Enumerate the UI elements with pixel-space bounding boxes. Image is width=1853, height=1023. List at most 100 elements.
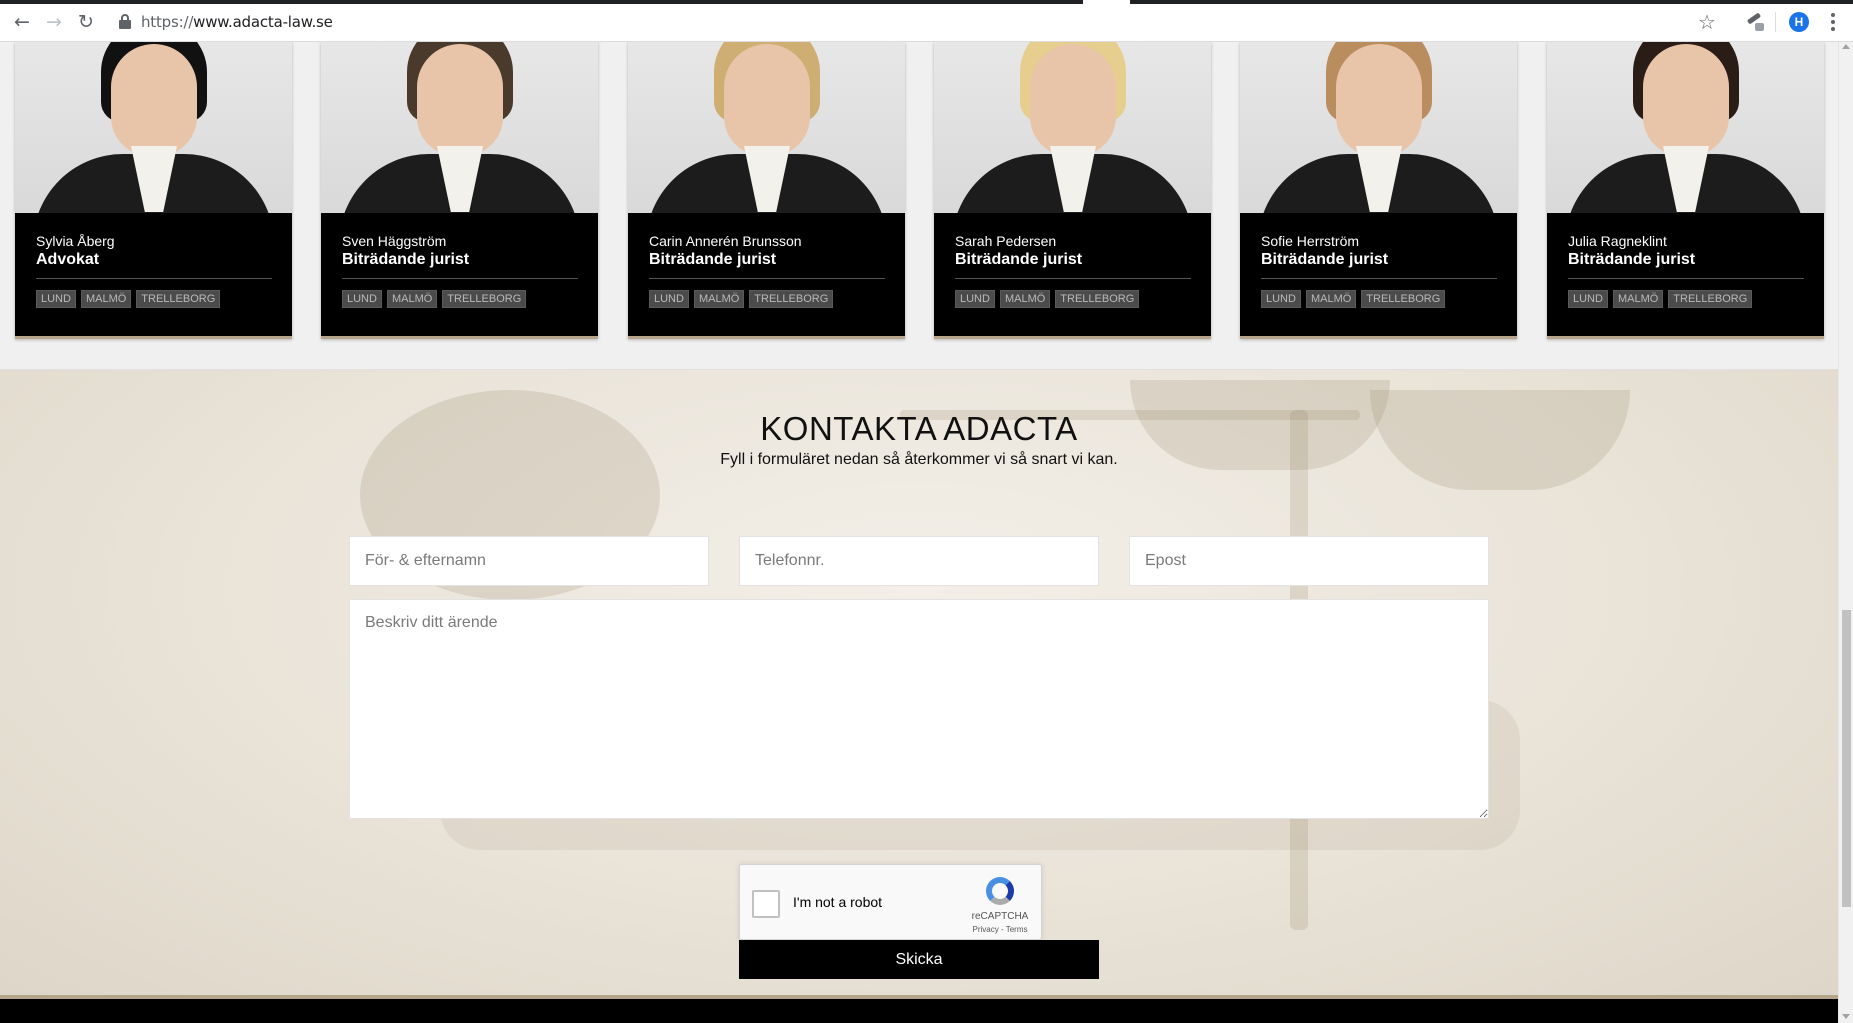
member-name: Sofie Herrström [1261, 233, 1360, 249]
office-tag[interactable]: MALMÖ [1305, 290, 1357, 308]
recaptcha-brand: reCAPTCHA [971, 911, 1029, 922]
office-tag[interactable]: TRELLEBORG [1361, 290, 1446, 308]
office-tag[interactable]: TRELLEBORG [1668, 290, 1753, 308]
office-tag[interactable]: MALMÖ [999, 290, 1051, 308]
contact-title: KONTAKTA ADACTA [760, 410, 1078, 447]
message-field[interactable] [349, 599, 1489, 819]
card-info: Sarah Pedersen Biträdande jurist LUND MALMÖ… [934, 213, 1211, 336]
card-divider [36, 278, 272, 279]
office-tags: LUND MALMÖ TRELLEBORG [36, 290, 272, 308]
office-tag[interactable]: LUND [955, 290, 995, 308]
portrait-photo [15, 42, 292, 213]
office-tag[interactable]: TRELLEBORG [442, 290, 527, 308]
phone-field[interactable] [739, 536, 1099, 586]
office-tag[interactable]: LUND [36, 290, 76, 308]
card-info: Sofie Herrström Biträdande jurist LUND MALM… [1240, 213, 1517, 336]
more-vertical-icon[interactable] [1823, 11, 1843, 33]
member-name: Sylvia Åberg [36, 233, 115, 249]
portrait-face [1336, 44, 1422, 156]
office-tag[interactable]: TRELLEBORG [136, 290, 221, 308]
scroll-down-icon[interactable] [1842, 1014, 1850, 1019]
office-tags: LUND MALMÖ TRELLEBORG [649, 290, 885, 308]
recaptcha-checkbox[interactable] [752, 890, 780, 918]
arrow-right-icon[interactable]: → [42, 10, 66, 34]
recaptcha-widget: I'm not a robot reCAPTCHA Privacy - Term… [739, 864, 1042, 940]
active-tab-edge [1083, 0, 1130, 4]
scrollbar-thumb[interactable] [1842, 610, 1851, 907]
office-tag[interactable]: LUND [1568, 290, 1608, 308]
member-name: Sarah Pedersen [955, 233, 1057, 249]
team-card[interactable]: Carin Annerén Brunsson Biträdande jurist L… [628, 42, 905, 339]
office-tag[interactable]: MALMÖ [693, 290, 745, 308]
member-title: Biträdande jurist [1568, 251, 1696, 268]
portrait-face [1643, 44, 1729, 156]
office-tag[interactable]: LUND [342, 290, 382, 308]
recaptcha-label: I'm not a robot [793, 894, 883, 910]
team-section: Sylvia Åberg Advokat LUND MALMÖ TRELLEBORG Sv… [0, 42, 1838, 370]
team-card[interactable]: Sofie Herrström Biträdande jurist LUND MALM… [1240, 42, 1517, 339]
name-field[interactable] [349, 536, 709, 586]
team-card[interactable]: Julia Ragneklint Biträdande jurist LUND MAL… [1547, 42, 1824, 339]
office-tag[interactable]: LUND [649, 290, 689, 308]
toolbar-divider [1775, 12, 1776, 32]
contact-section: KONTAKTA ADACTA Fyll i formuläret nedan … [0, 370, 1838, 995]
card-divider [649, 278, 885, 279]
team-card[interactable]: Sven Häggström Biträdande jurist LUND MALMÖ… [321, 42, 598, 339]
recaptcha-terms-link[interactable]: Privacy - Terms [964, 925, 1036, 934]
office-tags: LUND MALMÖ TRELLEBORG [342, 290, 578, 308]
card-info: Sven Häggström Biträdande jurist LUND MALMÖ… [321, 213, 598, 336]
card-divider [955, 278, 1191, 279]
address-bar[interactable]: https://www.adacta-law.se [141, 13, 333, 31]
page-scrollbar[interactable] [1838, 42, 1853, 1023]
contact-subtitle: Fyll i formuläret nedan så återkommer vi… [720, 451, 1118, 468]
team-card[interactable]: Sylvia Åberg Advokat LUND MALMÖ TRELLEBORG [15, 42, 292, 339]
recaptcha-logo-icon [984, 875, 1016, 907]
portrait-face [417, 44, 503, 156]
card-divider [1568, 278, 1804, 279]
member-title: Biträdande jurist [649, 251, 777, 268]
url-host: www.adacta-law.se [193, 13, 333, 31]
portrait-face [1030, 44, 1116, 156]
star-icon[interactable]: ☆ [1698, 10, 1716, 34]
member-name: Julia Ragneklint [1568, 233, 1667, 249]
card-info: Sylvia Åberg Advokat LUND MALMÖ TRELLEBORG [15, 213, 292, 336]
portrait-photo [1547, 42, 1824, 213]
portrait-photo [1240, 42, 1517, 213]
card-info: Julia Ragneklint Biträdande jurist LUND MAL… [1547, 213, 1824, 336]
member-name: Sven Häggström [342, 233, 447, 249]
portrait-photo [934, 42, 1211, 213]
office-tags: LUND MALMÖ TRELLEBORG [955, 290, 1191, 308]
office-tag[interactable]: TRELLEBORG [1055, 290, 1140, 308]
arrow-left-icon[interactable]: ← [10, 10, 34, 34]
card-accent-border [1547, 336, 1824, 339]
email-field[interactable] [1129, 536, 1489, 586]
office-tag[interactable]: MALMÖ [1612, 290, 1664, 308]
browser-toolbar: ← → ↻ https://www.adacta-law.se ☆ H [0, 0, 1853, 42]
portrait-face [724, 44, 810, 156]
portrait-face [111, 44, 197, 156]
team-card[interactable]: Sarah Pedersen Biträdande jurist LUND MALMÖ… [934, 42, 1211, 339]
office-tags: LUND MALMÖ TRELLEBORG [1568, 290, 1804, 308]
reload-icon[interactable]: ↻ [74, 10, 98, 34]
office-tags: LUND MALMÖ TRELLEBORG [1261, 290, 1497, 308]
submit-button[interactable]: Skicka [739, 940, 1099, 979]
scroll-up-icon[interactable] [1842, 44, 1850, 49]
extension-icon[interactable] [1745, 12, 1765, 32]
office-tag[interactable]: LUND [1261, 290, 1301, 308]
member-title: Advokat [36, 251, 100, 268]
portrait-photo [628, 42, 905, 213]
lock-icon[interactable] [118, 14, 132, 30]
card-divider [342, 278, 578, 279]
card-accent-border [15, 336, 292, 339]
card-accent-border [1240, 336, 1517, 339]
footer [0, 999, 1838, 1023]
card-divider [1261, 278, 1497, 279]
portrait-photo [321, 42, 598, 213]
office-tag[interactable]: TRELLEBORG [749, 290, 834, 308]
member-title: Biträdande jurist [342, 251, 470, 268]
office-tag[interactable]: MALMÖ [80, 290, 132, 308]
profile-avatar[interactable]: H [1789, 12, 1809, 32]
member-name: Carin Annerén Brunsson [649, 233, 802, 249]
card-accent-border [934, 336, 1211, 339]
office-tag[interactable]: MALMÖ [386, 290, 438, 308]
